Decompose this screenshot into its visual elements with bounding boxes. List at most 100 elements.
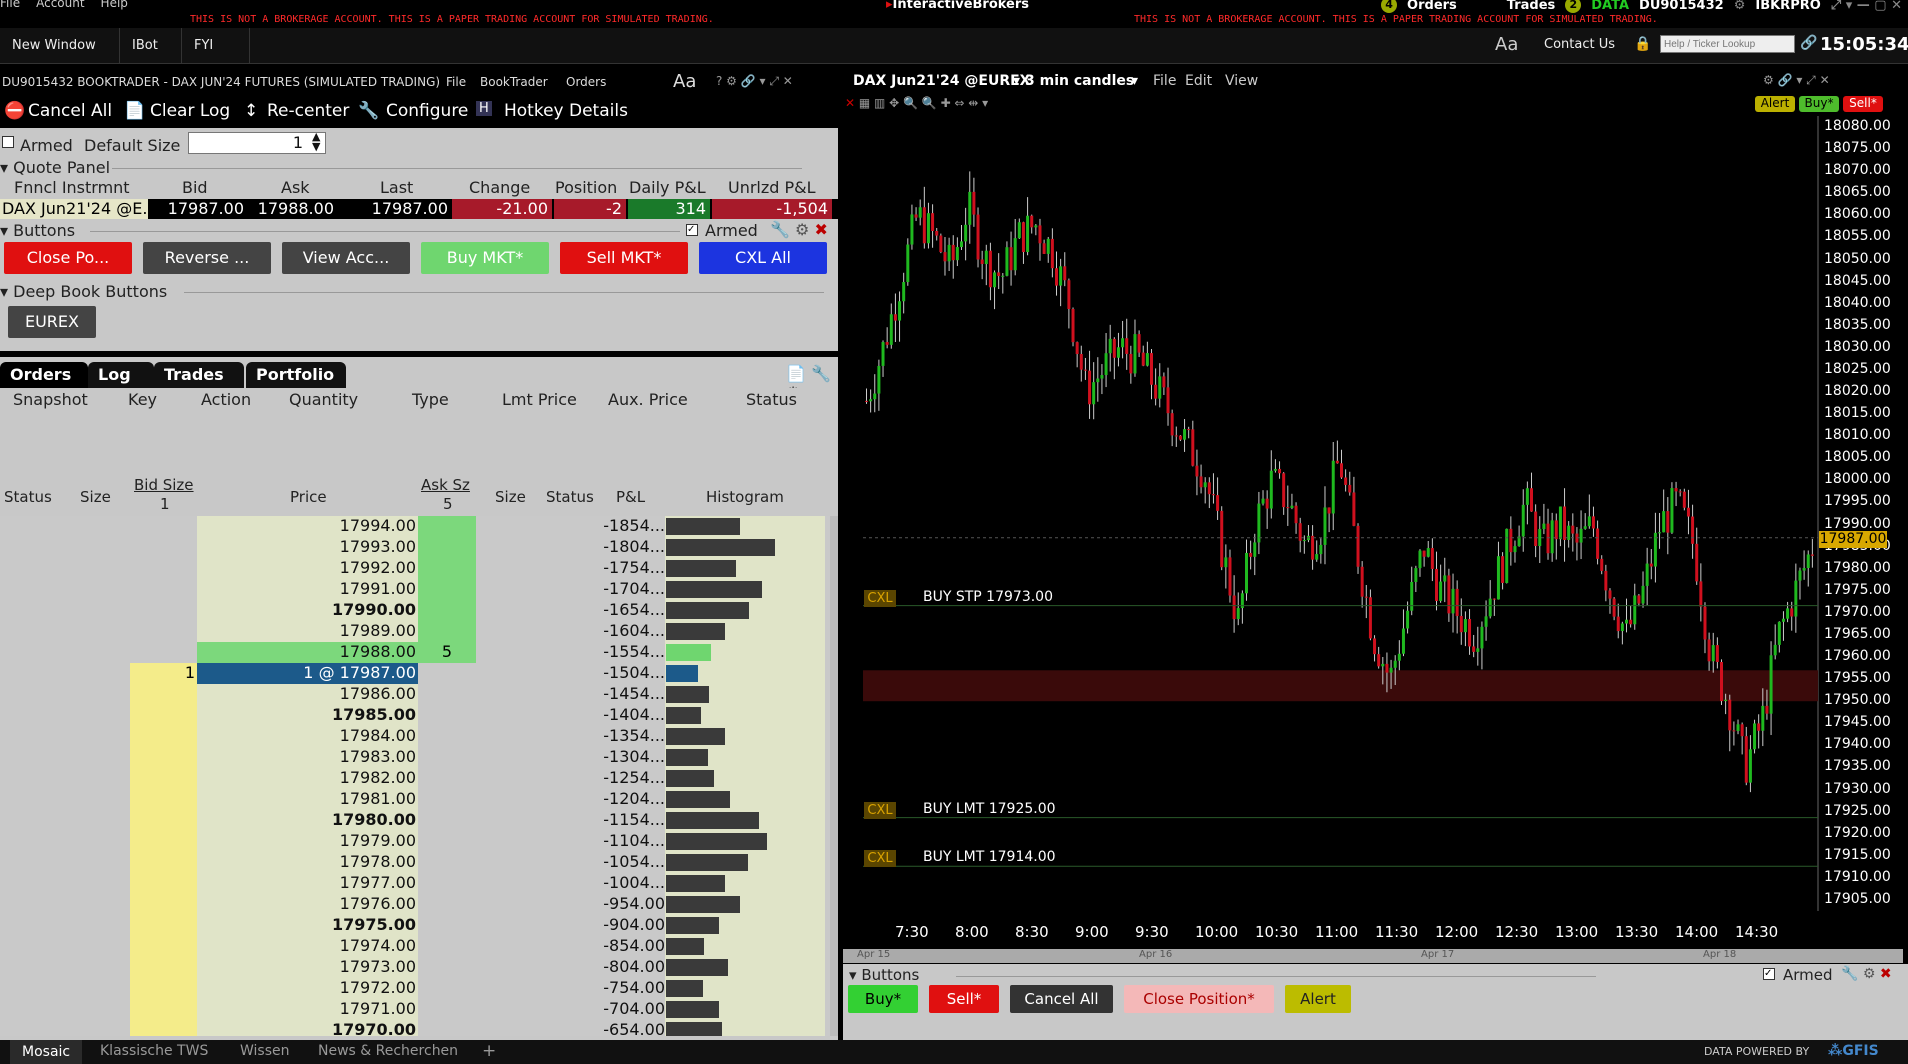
price-cell[interactable]: 17975.00 bbox=[197, 915, 418, 936]
ask-size-cell[interactable] bbox=[418, 600, 476, 621]
ask-size-cell[interactable] bbox=[418, 684, 476, 705]
col-bid-size[interactable]: Bid Size bbox=[134, 476, 194, 494]
ladder-row[interactable]: 17984.00 -1354... bbox=[0, 726, 830, 747]
contact-us-link[interactable]: Contact Us bbox=[1544, 37, 1615, 52]
candlestick-chart[interactable] bbox=[843, 116, 1908, 956]
bid-size-cell[interactable] bbox=[130, 852, 197, 873]
bid-size-cell[interactable] bbox=[130, 600, 197, 621]
buy-mkt-button[interactable]: Buy MKT* bbox=[421, 242, 549, 274]
bid-size-cell[interactable] bbox=[130, 684, 197, 705]
bid-size-cell[interactable] bbox=[130, 894, 197, 915]
bid-size-cell[interactable]: 1 bbox=[130, 663, 197, 684]
bt-menu-file[interactable]: File bbox=[446, 75, 466, 89]
ask-size-cell[interactable] bbox=[418, 537, 476, 558]
price-cell[interactable]: 17991.00 bbox=[197, 579, 418, 600]
close-position-button[interactable]: Close Po... bbox=[4, 242, 132, 274]
chart-armed-checkbox[interactable]: ✓ bbox=[1763, 968, 1775, 980]
tab-new-window[interactable]: New Window bbox=[0, 28, 120, 64]
ladder-row[interactable]: 17974.00 -854.00 bbox=[0, 936, 830, 957]
ladder-row[interactable]: 17994.00 -1854... bbox=[0, 516, 830, 537]
tab-ibot[interactable]: IBot bbox=[120, 28, 182, 64]
cxl-order-button[interactable]: CXL bbox=[864, 589, 896, 607]
ask-size-cell[interactable] bbox=[418, 663, 476, 684]
bid-size-cell[interactable] bbox=[130, 705, 197, 726]
deep-book-header[interactable]: ▾ Deep Book Buttons bbox=[0, 282, 167, 304]
tab-portfolio[interactable]: Portfolio bbox=[246, 362, 346, 388]
menu-file[interactable]: File bbox=[0, 0, 20, 10]
ladder-row[interactable]: 17992.00 -1754... bbox=[0, 558, 830, 579]
bid-size-cell[interactable] bbox=[130, 873, 197, 894]
chart-buy-star-button[interactable]: Buy* bbox=[848, 985, 918, 1013]
configure-button[interactable]: Configure bbox=[386, 101, 468, 121]
ask-size-cell[interactable] bbox=[418, 621, 476, 642]
bt-window-icons[interactable]: ? ⚙ 🔗 ▾ ⤢ ✕ bbox=[716, 74, 793, 89]
ladder-row[interactable]: 17988.00 5 -1554... bbox=[0, 642, 830, 663]
order-label[interactable]: BUY LMT 17925.00 bbox=[923, 801, 1056, 817]
size-stepper[interactable]: ▲ ▼ bbox=[312, 131, 320, 152]
ladder-row[interactable]: 17975.00 -904.00 bbox=[0, 915, 830, 936]
price-cell[interactable]: 17970.00 bbox=[197, 1020, 418, 1036]
price-cell[interactable]: 17983.00 bbox=[197, 747, 418, 768]
ladder-row[interactable]: 17981.00 -1204... bbox=[0, 789, 830, 810]
price-cell[interactable]: 17981.00 bbox=[197, 789, 418, 810]
chart-sell-button[interactable]: Sell* bbox=[1843, 96, 1883, 112]
ask-size-cell[interactable] bbox=[418, 810, 476, 831]
ask-size-cell[interactable] bbox=[418, 516, 476, 537]
price-cell[interactable]: 17990.00 bbox=[197, 600, 418, 621]
chart-symbol-dropdown-icon[interactable]: ▾ bbox=[1013, 73, 1020, 89]
ladder-row[interactable]: 17980.00 -1154... bbox=[0, 810, 830, 831]
collapse-icon[interactable]: ▾ bbox=[0, 282, 8, 301]
bid-size-cell[interactable] bbox=[130, 768, 197, 789]
chart-alert-button[interactable]: Alert bbox=[1755, 96, 1795, 112]
tab-trades[interactable]: Trades bbox=[154, 362, 244, 388]
ladder-row[interactable]: 17977.00 -1004... bbox=[0, 873, 830, 894]
quote-row[interactable]: DAX Jun21'24 @E... 17987.00 17988.00 179… bbox=[0, 199, 838, 219]
ask-size-cell[interactable] bbox=[418, 957, 476, 978]
ask-size-cell[interactable] bbox=[418, 705, 476, 726]
ask-size-cell[interactable] bbox=[418, 831, 476, 852]
bt-font-button[interactable]: Aa bbox=[673, 71, 696, 92]
price-cell[interactable]: 1 @ 17987.00 bbox=[197, 663, 418, 684]
price-cell[interactable]: 17993.00 bbox=[197, 537, 418, 558]
bid-size-cell[interactable] bbox=[130, 831, 197, 852]
armed-checkbox[interactable] bbox=[2, 136, 14, 148]
bt-menu-booktrader[interactable]: BookTrader bbox=[480, 75, 548, 89]
price-cell[interactable]: 17985.00 bbox=[197, 705, 418, 726]
menu-account[interactable]: Account bbox=[36, 0, 84, 10]
cancel-all-button[interactable]: Cancel All bbox=[28, 101, 112, 121]
price-cell[interactable]: 17976.00 bbox=[197, 894, 418, 915]
bid-size-cell[interactable] bbox=[130, 642, 197, 663]
bid-size-cell[interactable] bbox=[130, 978, 197, 999]
clear-log-button[interactable]: Clear Log bbox=[150, 101, 230, 121]
orders-link[interactable]: Orders bbox=[1407, 0, 1457, 13]
tab-orders[interactable]: Orders bbox=[0, 362, 88, 388]
chart-buttons-icons[interactable]: 🔧 ⚙ ✖ bbox=[1841, 966, 1892, 982]
collapse-icon[interactable]: ▾ bbox=[0, 221, 8, 240]
chart-sell-star-button[interactable]: Sell* bbox=[929, 985, 999, 1013]
price-cell[interactable]: 17992.00 bbox=[197, 558, 418, 579]
cxl-order-button[interactable]: CXL bbox=[864, 801, 896, 819]
chart-menu-edit[interactable]: Edit bbox=[1185, 73, 1212, 89]
bid-size-cell[interactable] bbox=[130, 999, 197, 1020]
buttons-panel-icons[interactable]: 🔧 ⚙ ✖ bbox=[770, 220, 828, 239]
ladder-scrollbar[interactable] bbox=[830, 516, 838, 1036]
recenter-button[interactable]: Re-center bbox=[267, 101, 349, 121]
trades-link[interactable]: Trades bbox=[1507, 0, 1555, 13]
font-size-button[interactable]: Aa bbox=[1495, 34, 1518, 55]
chart-menu-file[interactable]: File bbox=[1153, 73, 1176, 89]
chart-close-position-button[interactable]: Close Position* bbox=[1124, 985, 1274, 1013]
ask-size-cell[interactable] bbox=[418, 999, 476, 1020]
date-scrollbar[interactable]: Apr 15 Apr 16 Apr 17 Apr 18 bbox=[843, 949, 1903, 963]
link-icon[interactable]: 🔗 bbox=[1800, 35, 1817, 51]
ask-size-cell[interactable] bbox=[418, 852, 476, 873]
price-cell[interactable]: 17986.00 bbox=[197, 684, 418, 705]
order-label[interactable]: BUY STP 17973.00 bbox=[923, 589, 1053, 605]
ask-size-cell[interactable] bbox=[418, 936, 476, 957]
bid-size-cell[interactable] bbox=[130, 537, 197, 558]
ask-size-cell[interactable] bbox=[418, 768, 476, 789]
sell-mkt-button[interactable]: Sell MKT* bbox=[560, 242, 688, 274]
gear-icon[interactable]: ⚙ bbox=[1734, 0, 1746, 13]
price-cell[interactable]: 17994.00 bbox=[197, 516, 418, 537]
ask-size-cell[interactable] bbox=[418, 579, 476, 600]
bid-size-cell[interactable] bbox=[130, 516, 197, 537]
